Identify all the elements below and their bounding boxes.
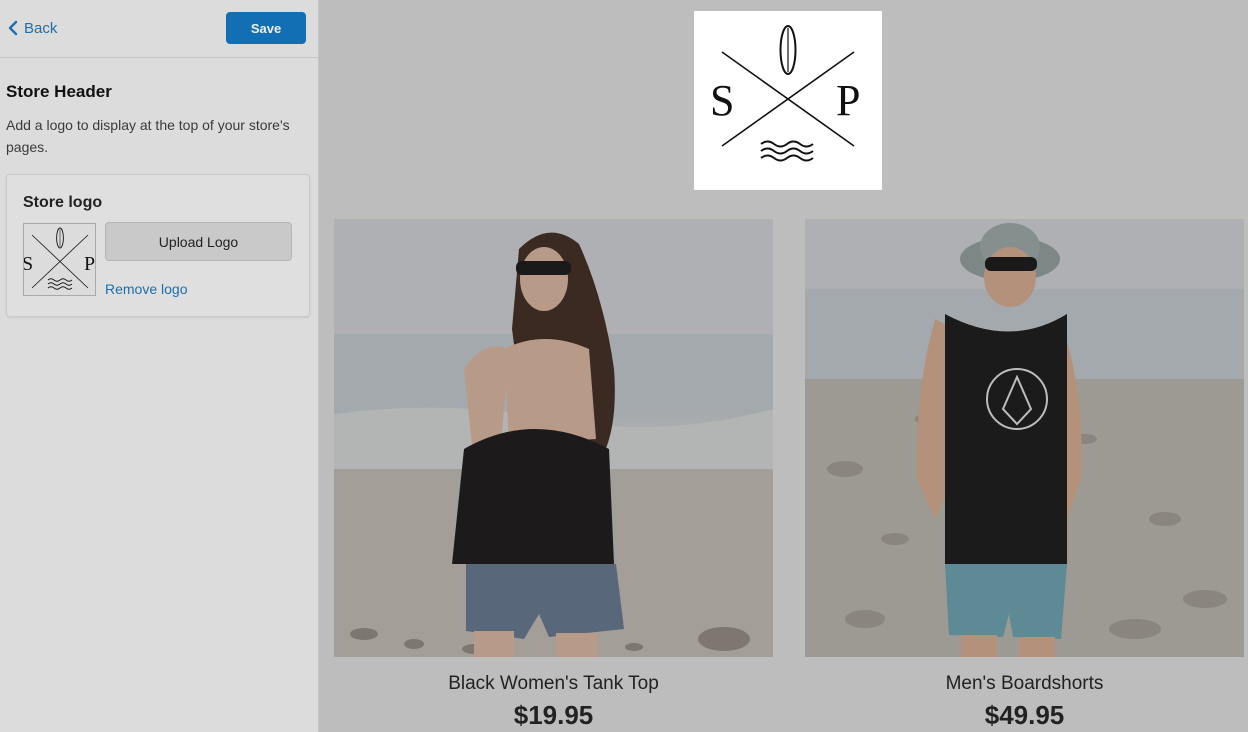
store-logo-card: Store logo S P Upload Logo Remove logo [6,174,310,317]
editor-sidebar: Back Save Store Header Add a logo to dis… [0,0,319,732]
product-name[interactable]: Men's Boardshorts [805,673,1244,695]
product-price: $49.95 [984,700,1065,730]
surfboard-icon [779,25,797,75]
logo-thumbnail: S P [23,223,96,296]
product-card[interactable]: Men's Boardshorts $49.95 [805,219,1244,730]
section-title: Store Header [6,82,112,101]
woman-on-beach-photo[interactable] [334,219,773,657]
logo-letter-s: S [710,76,734,125]
product-price: $19.95 [513,700,594,730]
save-button[interactable]: Save [226,12,306,44]
upload-logo-button[interactable]: Upload Logo [105,222,292,261]
store-logo-label: Store logo [23,194,103,211]
sidebar-topbar: Back Save [0,0,318,58]
product-name[interactable]: Black Women's Tank Top [334,673,773,695]
chevron-left-icon [8,20,18,36]
back-label: Back [24,19,58,37]
svg-text:S: S [24,253,33,275]
waves-icon [760,140,814,162]
store-logo: S P [694,11,882,190]
man-on-beach-photo[interactable] [805,219,1244,657]
remove-logo-link[interactable]: Remove logo [105,281,188,297]
svg-text:P: P [84,253,95,275]
logo-letter-p: P [836,76,860,125]
product-card[interactable]: Black Women's Tank Top $19.95 [334,219,773,730]
back-button[interactable]: Back [8,18,57,38]
section-description: Add a logo to display at the top of your… [6,117,290,155]
store-preview: S P Black Women's Tank Top $19.95 Men's … [319,0,1248,732]
